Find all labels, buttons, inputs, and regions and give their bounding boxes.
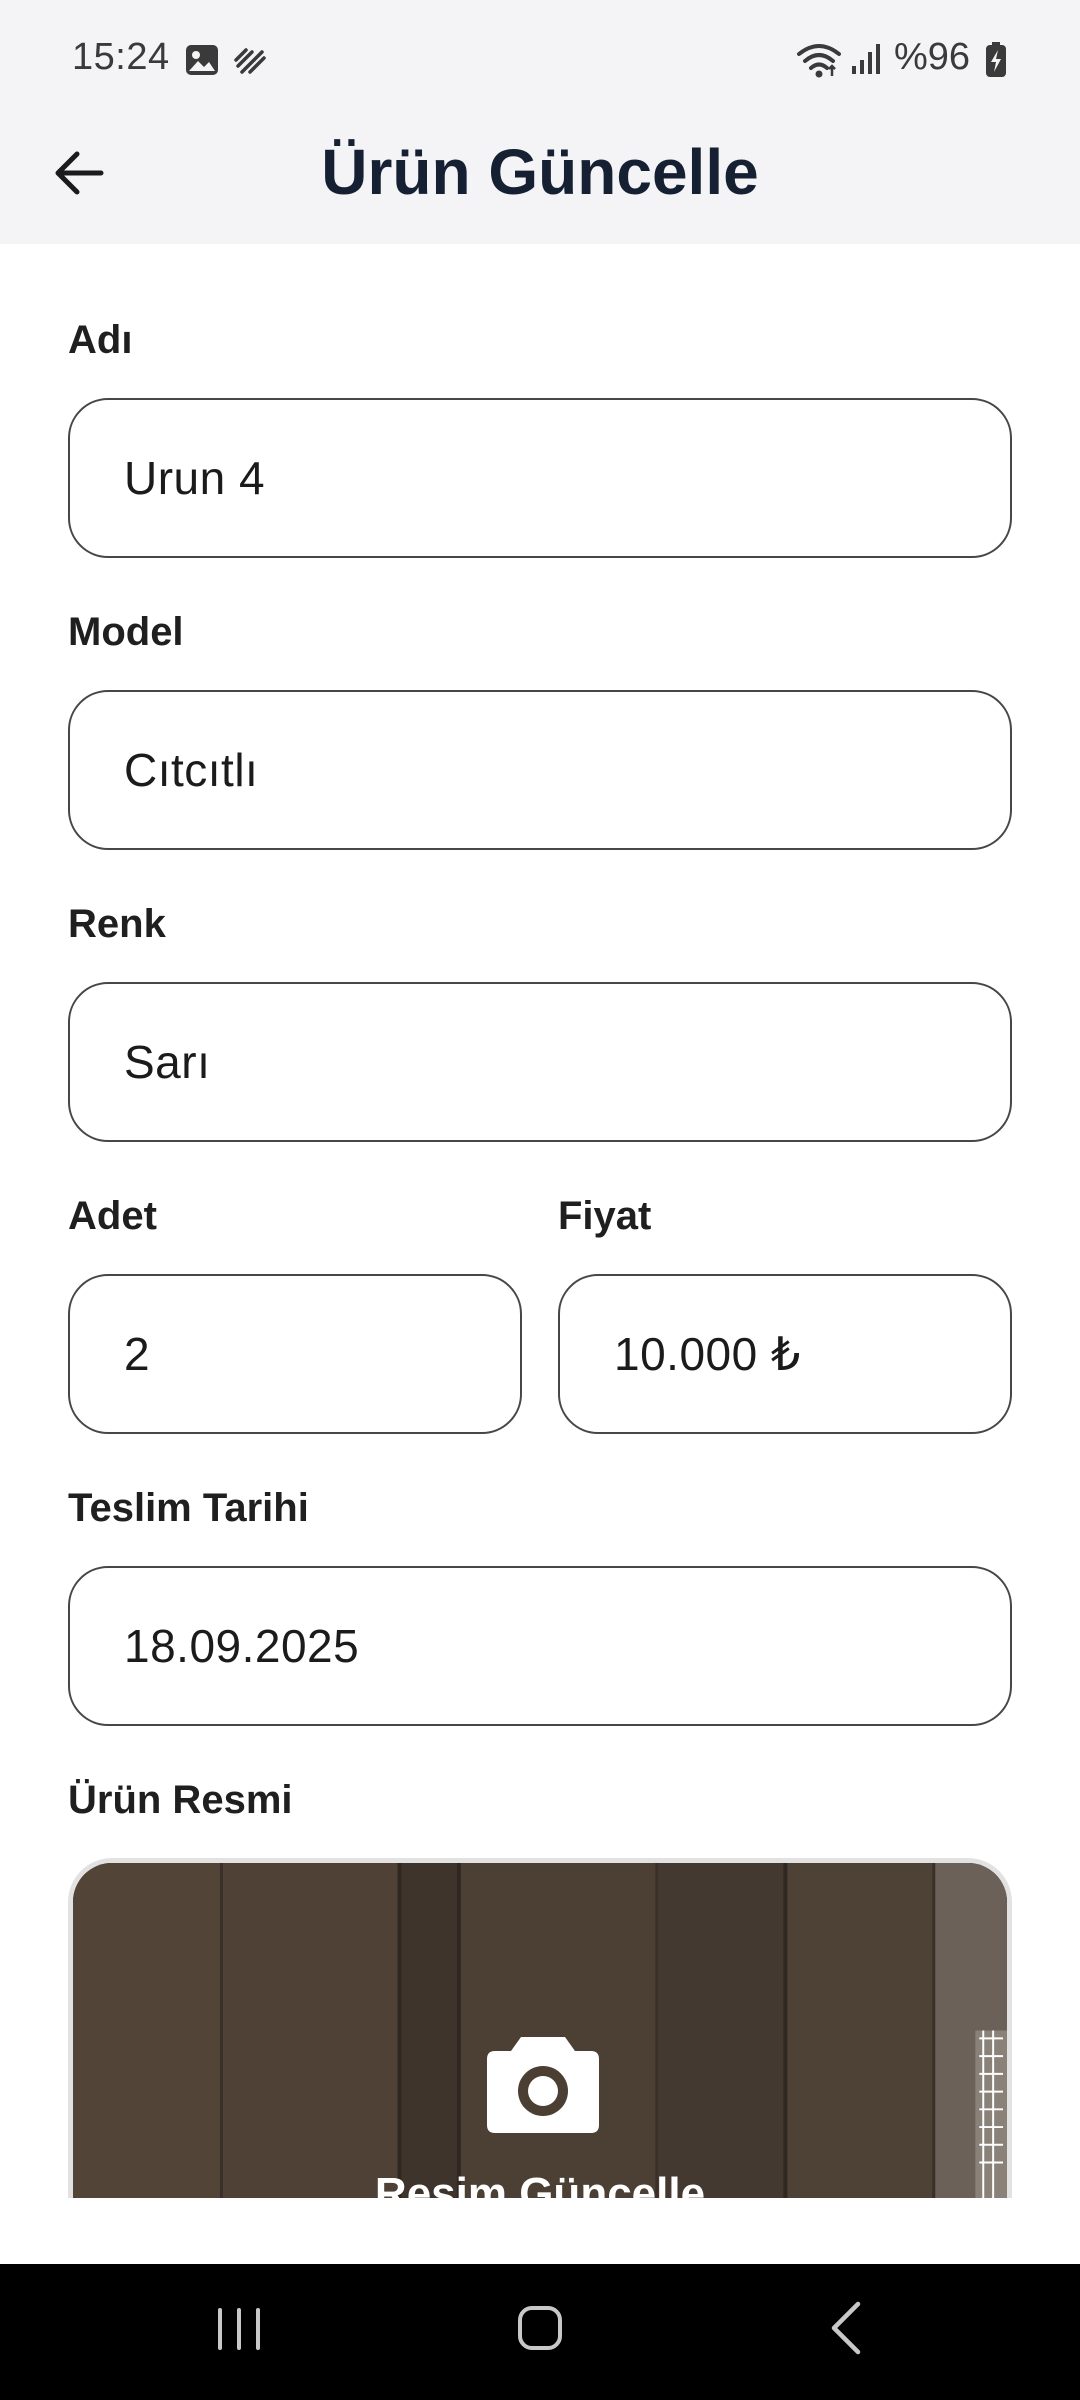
product-photo: [73, 1863, 1007, 2198]
back-icon[interactable]: [830, 2300, 862, 2356]
price-field[interactable]: 10.000 ₺: [558, 1274, 1012, 1434]
product-image-card[interactable]: Resim Güncelle: [68, 1858, 1012, 2198]
signal-icon: [852, 44, 880, 74]
recents-icon[interactable]: [214, 2306, 264, 2352]
status-time: 15:24: [72, 36, 170, 78]
app-bar: Ürün Güncelle: [0, 120, 1080, 244]
name-field[interactable]: Urun 4: [68, 398, 1012, 558]
update-image-button-label: Resim Güncelle: [374, 2169, 706, 2198]
color-label: Renk: [68, 902, 166, 946]
update-product-screen: 15:24 %96 Ürün Güncelle Adı Urun 4 Model…: [0, 0, 1080, 2400]
color-field[interactable]: Sarı: [68, 982, 1012, 1142]
battery-percentage: %96: [894, 36, 971, 78]
price-label: Fiyat: [558, 1194, 652, 1238]
delivery-date-label: Teslim Tarihi: [68, 1486, 309, 1530]
camera-icon: [487, 2037, 599, 2133]
quantity-label: Adet: [68, 1194, 157, 1238]
wifi-icon: [797, 44, 841, 78]
model-label: Model: [68, 610, 184, 654]
model-field[interactable]: Cıtcıtlı: [68, 690, 1012, 850]
photo-icon: [186, 45, 218, 75]
status-bar: 15:24 %96: [0, 0, 1080, 120]
delivery-date-field[interactable]: 18.09.2025: [68, 1566, 1012, 1726]
page-title: Ürün Güncelle: [321, 136, 759, 208]
name-label: Adı: [68, 318, 133, 362]
quantity-field[interactable]: 2: [68, 1274, 522, 1434]
system-nav-bar: [0, 2264, 1080, 2400]
wave-icon: [234, 48, 266, 74]
battery-charging-icon: [986, 42, 1006, 77]
home-icon[interactable]: [516, 2304, 564, 2352]
product-image-label: Ürün Resmi: [68, 1778, 293, 1822]
